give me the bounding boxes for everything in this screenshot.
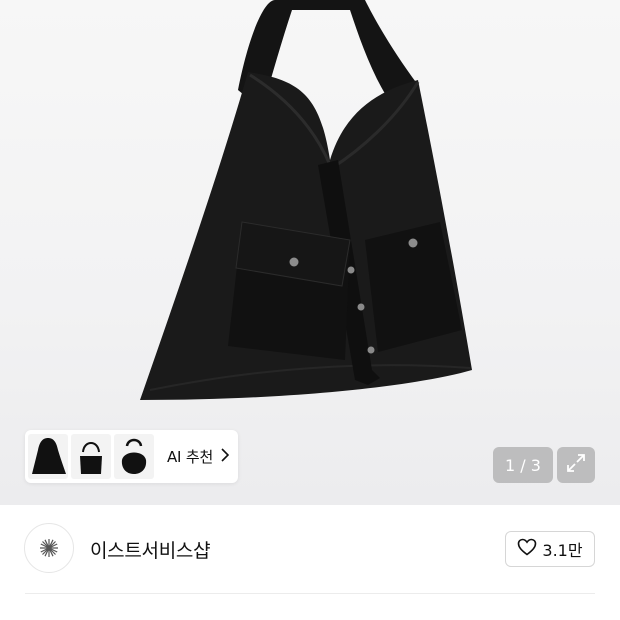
expand-icon [565, 452, 587, 478]
section-divider [25, 593, 595, 594]
like-button[interactable]: 3.1만 [505, 531, 595, 567]
chevron-right-icon [221, 447, 230, 466]
expand-button[interactable] [557, 447, 595, 483]
bag-thumbnail[interactable] [71, 434, 111, 479]
heart-icon [517, 538, 537, 560]
seller-section: 이스트서비스샵 3.1만 [0, 505, 620, 595]
ai-recommend-label: AI 추천 [167, 448, 214, 466]
bag-thumbnail[interactable] [28, 434, 68, 479]
seller-avatar[interactable] [24, 523, 74, 573]
starburst-logo-icon [40, 539, 58, 557]
seller-name[interactable]: 이스트서비스샵 [90, 536, 211, 563]
image-counter: 1 / 3 [493, 447, 553, 483]
product-image-gallery[interactable]: AI 추천 1 / 3 [0, 0, 620, 505]
bag-thumbnail[interactable] [114, 434, 154, 479]
like-count: 3.1만 [542, 541, 583, 560]
ai-recommend-panel[interactable]: AI 추천 [25, 430, 238, 483]
